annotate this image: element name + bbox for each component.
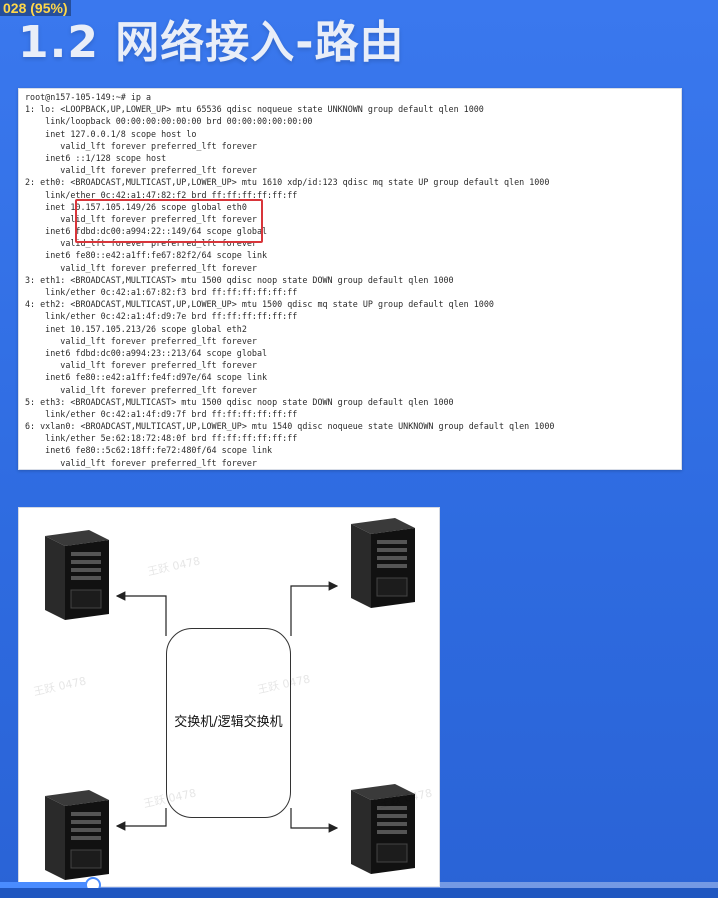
link-top-left (115, 591, 167, 636)
terminal-line: link/ether 0c:42:a1:4f:d9:7f brd ff:ff:f… (25, 408, 298, 419)
server-icon (31, 790, 117, 880)
terminal-line: inet6 fdbd:dc00:a994:23::213/64 scope gl… (25, 347, 268, 358)
slide-title: 1.2 网络接入-路由 (18, 17, 405, 68)
terminal-line: root@n157-105-149:~# ip a (25, 92, 152, 102)
terminal-line: inet 10.157.105.213/26 scope global eth2 (25, 323, 247, 334)
terminal-screenshot: root@n157-105-149:~# ip a 1: lo: <LOOPBAC… (18, 88, 682, 470)
link-bottom-right (290, 808, 339, 833)
terminal-line: inet6 ::1/128 scope host (25, 152, 167, 163)
terminal-line: valid_lft forever preferred_lft forever (25, 457, 257, 468)
terminal-line: 1: lo: <LOOPBACK,UP,LOWER_UP> mtu 65536 … (25, 104, 484, 115)
terminal-line: valid_lft forever preferred_lft forever (25, 165, 257, 176)
server-icon (31, 530, 117, 620)
ip-address-highlight (75, 199, 263, 243)
network-diagram: 交换机/逻辑交换机 王跃 0478 王跃 0478 王跃 0478 王跃 047… (18, 507, 440, 887)
terminal-line: 5: eth3: <BROADCAST,MULTICAST> mtu 1500 … (25, 396, 454, 407)
terminal-line: valid_lft forever preferred_lft forever (25, 335, 257, 346)
terminal-line: inet6 fe80::e42:a1ff:fe4f:d97e/64 scope … (25, 372, 268, 383)
terminal-line: 2: eth0: <BROADCAST,MULTICAST,UP,LOWER_U… (25, 177, 550, 188)
terminal-line: inet6 fe80::e42:a1ff:fe67:82f2/64 scope … (25, 250, 268, 261)
terminal-line: link/ether 5e:62:18:72:48:0f brd ff:ff:f… (25, 433, 298, 444)
link-bottom-left (115, 808, 167, 831)
terminal-output: root@n157-105-149:~# ip a 1: lo: <LOOPBAC… (25, 91, 677, 469)
terminal-line: inet6 fe80::5c62:18ff:fe72:480f/64 scope… (25, 445, 273, 456)
terminal-line: valid_lft forever preferred_lft forever (25, 262, 257, 273)
terminal-line: valid_lft forever preferred_lft forever (25, 360, 257, 371)
terminal-line: 6: vxlan0: <BROADCAST,MULTICAST,UP,LOWER… (25, 421, 555, 432)
terminal-line: valid_lft forever preferred_lft forever (25, 140, 257, 151)
terminal-line: link/ether 0c:42:a1:4f:d9:7e brd ff:ff:f… (25, 311, 298, 322)
server-icon (337, 518, 423, 608)
switch-label: 交换机/逻辑交换机 (174, 715, 283, 730)
terminal-line: link/ether 0c:42:a1:67:82:f3 brd ff:ff:f… (25, 287, 298, 297)
zoom-badge: 028 (95%) (0, 0, 71, 16)
terminal-line: 4: eth2: <BROADCAST,MULTICAST,UP,LOWER_U… (25, 299, 494, 310)
player-bottom-bar (0, 888, 718, 898)
terminal-line: inet 127.0.0.1/8 scope host lo (25, 128, 197, 139)
terminal-line: valid_lft forever preferred_lft forever (25, 384, 257, 395)
terminal-line: 3: eth1: <BROADCAST,MULTICAST> mtu 1500 … (25, 274, 454, 285)
terminal-line: link/loopback 00:00:00:00:00:00 brd 00:0… (25, 116, 313, 127)
link-top-right (290, 581, 339, 636)
